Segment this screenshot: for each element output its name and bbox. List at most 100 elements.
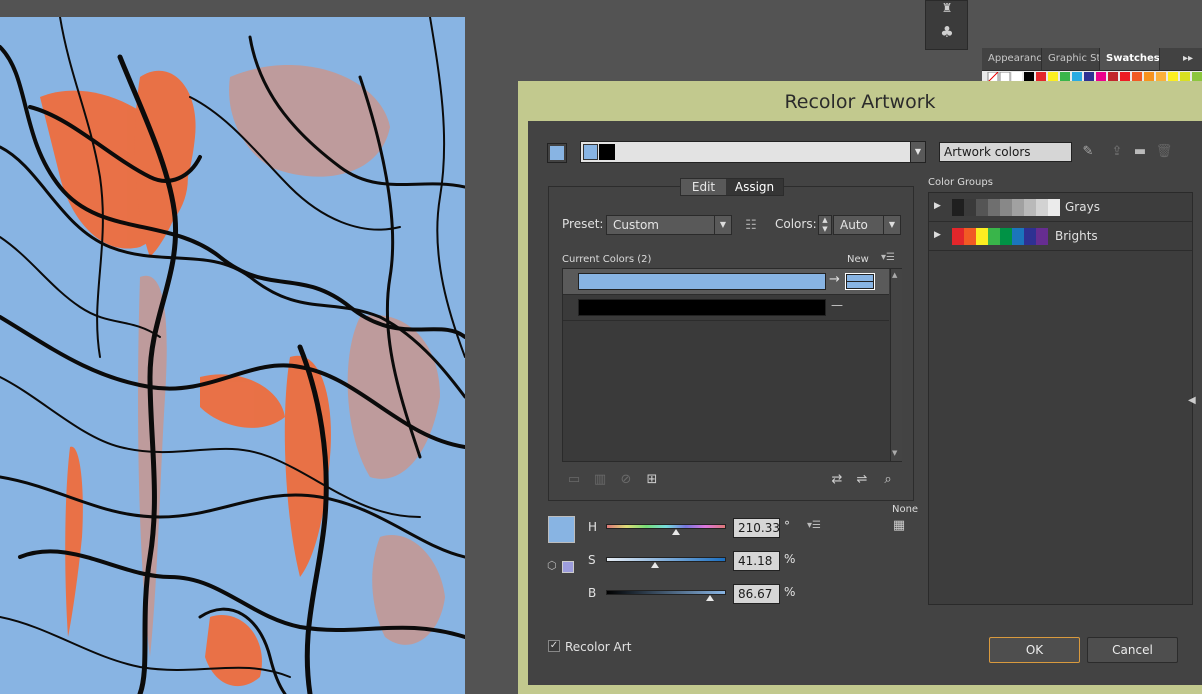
strip-color-blue[interactable] [583, 144, 598, 160]
recolor-artwork-dialog: Recolor Artwork ▼ Artwork colors ✎ ⇪ ▬ 🗑… [518, 81, 1202, 694]
current-color-bar-blue[interactable] [578, 273, 826, 290]
s-unit: % [784, 552, 796, 566]
list-menu-icon[interactable]: ▾☰ [881, 252, 895, 263]
color-groups-label: Color Groups [928, 177, 993, 188]
colors-dropdown[interactable]: Auto ▼ [833, 215, 901, 235]
expand-arrow-icon[interactable]: ▶ [934, 230, 941, 240]
merge-colors-icon[interactable]: ▭ [565, 472, 583, 488]
expand-arrow-icon[interactable]: ▶ [934, 201, 941, 211]
separate-colors-icon[interactable]: ▥ [591, 472, 609, 488]
b-unit: % [784, 585, 796, 599]
h-value-field[interactable]: 210.33 [733, 518, 780, 538]
color-group-name-field[interactable]: Artwork colors [939, 142, 1072, 162]
scroll-down-icon[interactable]: ▼ [892, 449, 897, 457]
group-swatch [964, 228, 976, 245]
save-changes-icon[interactable]: ⇪ [1108, 144, 1126, 160]
tab-graphic-styles[interactable]: Graphic Sty [1042, 48, 1100, 70]
panel-menu-icon[interactable]: ▸▸ [1178, 48, 1198, 70]
tab-edit[interactable]: Edit [681, 179, 726, 195]
group-swatch [1036, 199, 1048, 216]
cancel-button[interactable]: Cancel [1087, 637, 1178, 663]
h-unit: ° [784, 519, 790, 533]
strip-color-black[interactable] [599, 144, 615, 160]
find-color-icon[interactable]: ⌕ [879, 472, 897, 488]
no-mapping-dash-icon: — [831, 298, 843, 312]
active-color-swatch[interactable] [547, 143, 567, 163]
tab-appearance[interactable]: Appearanc [982, 48, 1042, 70]
colors-label: Colors: [775, 217, 817, 231]
current-colors-list: → — ▲ ▼ [562, 268, 902, 462]
dialog-body: ▼ Artwork colors ✎ ⇪ ▬ 🗑 Edit Assign Pre… [528, 121, 1202, 685]
group-swatch [964, 199, 976, 216]
brightness-slider-thumb[interactable] [706, 595, 715, 601]
group-swatch [988, 199, 1000, 216]
new-folder-icon[interactable]: ▬ [1131, 144, 1149, 160]
saturation-slider-thumb[interactable] [651, 562, 660, 568]
color-row-1[interactable]: → [563, 269, 889, 295]
b-value-field[interactable]: 86.67 [733, 584, 780, 604]
h-label: H [588, 520, 598, 534]
randomly-change-order-icon[interactable]: ⇄ [828, 472, 846, 488]
group-swatch [952, 228, 964, 245]
artwork-illustration [0, 17, 465, 694]
exclude-colors-icon[interactable]: ⊘ [617, 472, 635, 488]
new-color-swatch-blue[interactable] [845, 273, 875, 290]
hue-slider-thumb[interactable] [672, 529, 681, 535]
arrow-right-icon[interactable]: → [829, 272, 840, 287]
randomly-change-saturation-icon[interactable]: ⇌ [853, 472, 871, 488]
s-label: S [588, 553, 596, 567]
preset-dropdown[interactable]: Custom ▼ [606, 215, 732, 235]
color-group-strip[interactable] [580, 141, 926, 163]
preset-options-icon[interactable]: ☷ [742, 218, 760, 234]
new-label: New [847, 254, 869, 265]
preset-label: Preset: [562, 217, 604, 231]
eyedropper-icon[interactable]: ✎ [1079, 144, 1097, 160]
grays-swatches [952, 199, 1060, 216]
color-group-row[interactable]: ▶ Grays [929, 193, 1192, 222]
current-color-bar-black[interactable] [578, 299, 826, 316]
colors-stepper-icon[interactable]: ▲ ▼ [818, 215, 832, 235]
chevron-down-icon: ▼ [883, 216, 900, 234]
brush-icon[interactable]: ♜ [938, 1, 956, 17]
current-colors-label: Current Colors (2) [562, 254, 652, 265]
recolor-art-checkbox[interactable]: ✓ [548, 640, 560, 652]
group-swatch [1048, 199, 1060, 216]
club-symbol-icon[interactable]: ♣ [938, 23, 956, 41]
color-strip-dropdown-icon[interactable]: ▼ [910, 141, 926, 163]
scroll-up-icon[interactable]: ▲ [892, 271, 897, 279]
selected-color-preview[interactable] [548, 516, 575, 543]
list-scrollbar[interactable]: ▲ ▼ [890, 269, 902, 461]
ok-button[interactable]: OK [989, 637, 1080, 663]
group-swatch [1024, 199, 1036, 216]
group-swatch [976, 199, 988, 216]
cube-icon[interactable]: ⬡ [547, 559, 557, 572]
group-swatch [988, 228, 1000, 245]
saturation-slider[interactable] [606, 557, 726, 562]
new-row-icon[interactable]: ⊞ [643, 472, 661, 488]
group-swatch [952, 199, 964, 216]
group-swatch [1000, 228, 1012, 245]
group-swatch [1036, 228, 1048, 245]
color-group-name-grays: Grays [1065, 200, 1100, 214]
collapse-panel-icon[interactable]: ◀ [1188, 395, 1196, 406]
group-swatch [976, 228, 988, 245]
colors-value: Auto [840, 218, 868, 232]
color-mode-menu-icon[interactable]: ▾☰ [807, 520, 821, 531]
color-group-name-brights: Brights [1055, 229, 1098, 243]
artwork-canvas[interactable] [0, 17, 465, 694]
delete-icon[interactable]: 🗑 [1155, 144, 1173, 160]
s-value-field[interactable]: 41.18 [733, 551, 780, 571]
tab-swatches[interactable]: Swatches [1100, 48, 1160, 70]
color-row-2[interactable]: — [563, 295, 889, 321]
none-label: None [892, 504, 919, 515]
hue-slider[interactable] [606, 524, 726, 529]
color-group-row[interactable]: ▶ Brights [929, 222, 1192, 251]
group-swatch [1024, 228, 1036, 245]
color-reduction-options-icon[interactable]: ▦ [890, 518, 908, 534]
group-swatch [1012, 199, 1024, 216]
out-of-gamut-swatch[interactable] [562, 561, 574, 573]
group-swatch [1012, 228, 1024, 245]
edit-assign-tabs: Edit Assign [680, 178, 784, 196]
swatch-strip [982, 71, 1202, 83]
tab-assign[interactable]: Assign [726, 179, 783, 195]
